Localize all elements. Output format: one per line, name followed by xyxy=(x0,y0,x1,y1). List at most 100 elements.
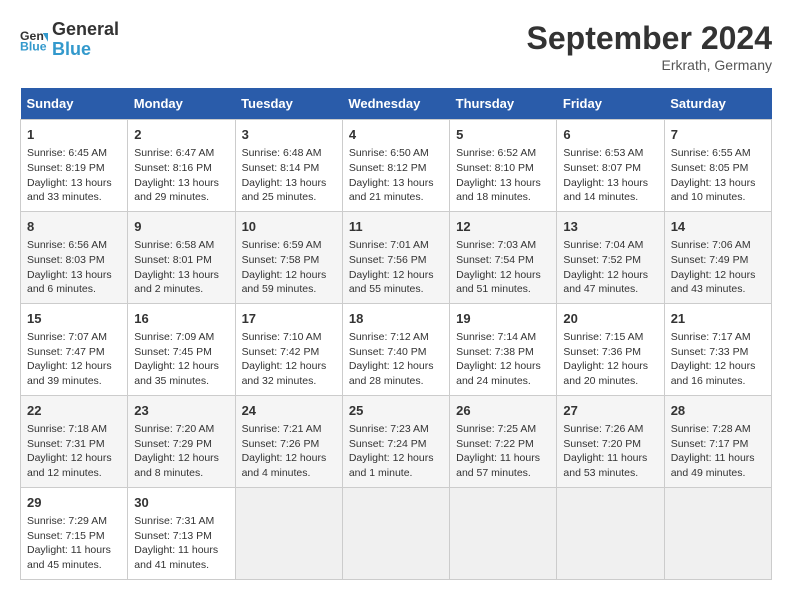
day-info-line: and 24 minutes. xyxy=(456,374,550,389)
day-info-line: Sunset: 7:47 PM xyxy=(27,345,121,360)
day-info-line: and 18 minutes. xyxy=(456,190,550,205)
day-info-line: and 47 minutes. xyxy=(563,282,657,297)
day-info-line: Sunset: 8:12 PM xyxy=(349,161,443,176)
calendar-row-5: 29Sunrise: 7:29 AMSunset: 7:15 PMDayligh… xyxy=(21,487,772,579)
day-info-line: Daylight: 11 hours xyxy=(134,543,228,558)
day-info-line: Sunset: 7:15 PM xyxy=(27,529,121,544)
day-number: 23 xyxy=(134,402,228,420)
day-info-line: and 43 minutes. xyxy=(671,282,765,297)
calendar-cell: 27Sunrise: 7:26 AMSunset: 7:20 PMDayligh… xyxy=(557,395,664,487)
day-info-line: Sunrise: 7:26 AM xyxy=(563,422,657,437)
day-info-line: Daylight: 12 hours xyxy=(456,359,550,374)
day-info-line: Sunrise: 7:09 AM xyxy=(134,330,228,345)
calendar-cell: 5Sunrise: 6:52 AMSunset: 8:10 PMDaylight… xyxy=(450,120,557,212)
day-info-line: and 21 minutes. xyxy=(349,190,443,205)
day-info-line: Sunrise: 6:55 AM xyxy=(671,146,765,161)
day-info-line: Daylight: 12 hours xyxy=(242,359,336,374)
day-info-line: and 55 minutes. xyxy=(349,282,443,297)
calendar-cell: 29 Sunrise: 7:29 AMSunset: 7:15 PMDayligh… xyxy=(21,487,128,579)
day-info-line: and 57 minutes. xyxy=(456,466,550,481)
day-info-line: Sunset: 7:22 PM xyxy=(456,437,550,452)
day-number: 8 xyxy=(27,218,121,236)
calendar-cell: 28Sunrise: 7:28 AMSunset: 7:17 PMDayligh… xyxy=(664,395,771,487)
day-info-line: Sunset: 7:58 PM xyxy=(242,253,336,268)
day-info-line: and 20 minutes. xyxy=(563,374,657,389)
day-info-line: Daylight: 12 hours xyxy=(563,359,657,374)
day-info-line: and 14 minutes. xyxy=(563,190,657,205)
day-info-line: Sunset: 7:31 PM xyxy=(27,437,121,452)
day-info-line: Sunset: 8:16 PM xyxy=(134,161,228,176)
calendar-cell: 17Sunrise: 7:10 AMSunset: 7:42 PMDayligh… xyxy=(235,303,342,395)
day-info-line: Sunset: 7:52 PM xyxy=(563,253,657,268)
calendar-cell xyxy=(235,487,342,579)
day-number: 15 xyxy=(27,310,121,328)
day-info-line: and 45 minutes. xyxy=(27,558,121,573)
day-info-line: Sunset: 8:07 PM xyxy=(563,161,657,176)
day-number: 28 xyxy=(671,402,765,420)
day-info-line: Daylight: 12 hours xyxy=(134,451,228,466)
day-info-line: Sunset: 8:03 PM xyxy=(27,253,121,268)
day-info-line: Daylight: 12 hours xyxy=(242,268,336,283)
day-info-line: and 39 minutes. xyxy=(27,374,121,389)
day-info-line: Sunset: 7:56 PM xyxy=(349,253,443,268)
day-number: 13 xyxy=(563,218,657,236)
day-info-line: Daylight: 13 hours xyxy=(27,176,121,191)
calendar-row-3: 15 Sunrise: 7:07 AMSunset: 7:47 PM Dayligh… xyxy=(21,303,772,395)
svg-text:Blue: Blue xyxy=(20,39,47,53)
col-wednesday: Wednesday xyxy=(342,88,449,120)
day-info-line: Sunrise: 6:45 AM xyxy=(27,146,121,161)
calendar-cell: 14Sunrise: 7:06 AMSunset: 7:49 PMDayligh… xyxy=(664,211,771,303)
day-number: 3 xyxy=(242,126,336,144)
day-info-line: Daylight: 12 hours xyxy=(349,359,443,374)
day-info-line: Daylight: 11 hours xyxy=(27,543,121,558)
day-info-line: Sunrise: 7:04 AM xyxy=(563,238,657,253)
day-number: 6 xyxy=(563,126,657,144)
col-sunday: Sunday xyxy=(21,88,128,120)
calendar-cell: 20Sunrise: 7:15 AMSunset: 7:36 PMDayligh… xyxy=(557,303,664,395)
day-info-line: Sunrise: 7:23 AM xyxy=(349,422,443,437)
day-info-line: Sunrise: 7:17 AM xyxy=(671,330,765,345)
day-info-line: Daylight: 11 hours xyxy=(563,451,657,466)
day-info-line: Daylight: 13 hours xyxy=(27,268,121,283)
day-info-line: Sunrise: 7:06 AM xyxy=(671,238,765,253)
day-number: 12 xyxy=(456,218,550,236)
day-info-line: Sunrise: 7:07 AM xyxy=(27,330,121,345)
header-row: Sunday Monday Tuesday Wednesday Thursday… xyxy=(21,88,772,120)
day-info-line: and 25 minutes. xyxy=(242,190,336,205)
page-header: Gen Blue General Blue September 2024 Erk… xyxy=(20,20,772,73)
col-tuesday: Tuesday xyxy=(235,88,342,120)
day-number: 5 xyxy=(456,126,550,144)
calendar-cell xyxy=(664,487,771,579)
day-info-line: Sunset: 7:29 PM xyxy=(134,437,228,452)
day-info-line: Sunrise: 7:28 AM xyxy=(671,422,765,437)
title-section: September 2024 Erkrath, Germany xyxy=(527,20,772,73)
logo-icon: Gen Blue xyxy=(20,26,48,54)
day-number: 7 xyxy=(671,126,765,144)
calendar-cell xyxy=(450,487,557,579)
location-subtitle: Erkrath, Germany xyxy=(527,57,772,73)
day-number: 16 xyxy=(134,310,228,328)
day-info-line: Sunset: 7:26 PM xyxy=(242,437,336,452)
day-number: 29 xyxy=(27,494,121,512)
day-info-line: Sunset: 8:10 PM xyxy=(456,161,550,176)
day-info-line: Sunrise: 6:48 AM xyxy=(242,146,336,161)
day-number: 14 xyxy=(671,218,765,236)
day-info-line: and 16 minutes. xyxy=(671,374,765,389)
day-info-line: Sunrise: 7:29 AM xyxy=(27,514,121,529)
day-info-line: and 53 minutes. xyxy=(563,466,657,481)
day-info-line: and 51 minutes. xyxy=(456,282,550,297)
day-number: 19 xyxy=(456,310,550,328)
day-info-line: Sunset: 7:17 PM xyxy=(671,437,765,452)
calendar-row-4: 22Sunrise: 7:18 AMSunset: 7:31 PMDayligh… xyxy=(21,395,772,487)
day-info-line: Daylight: 13 hours xyxy=(134,268,228,283)
day-info-line: Daylight: 12 hours xyxy=(563,268,657,283)
col-thursday: Thursday xyxy=(450,88,557,120)
day-info-line: Sunset: 7:38 PM xyxy=(456,345,550,360)
calendar-cell: 7Sunrise: 6:55 AMSunset: 8:05 PMDaylight… xyxy=(664,120,771,212)
calendar-cell: 11Sunrise: 7:01 AMSunset: 7:56 PMDayligh… xyxy=(342,211,449,303)
day-number: 9 xyxy=(134,218,228,236)
day-info-line: and 1 minute. xyxy=(349,466,443,481)
day-info-line: Sunset: 8:19 PM xyxy=(27,161,121,176)
day-info-line: Sunrise: 7:14 AM xyxy=(456,330,550,345)
calendar-cell xyxy=(342,487,449,579)
